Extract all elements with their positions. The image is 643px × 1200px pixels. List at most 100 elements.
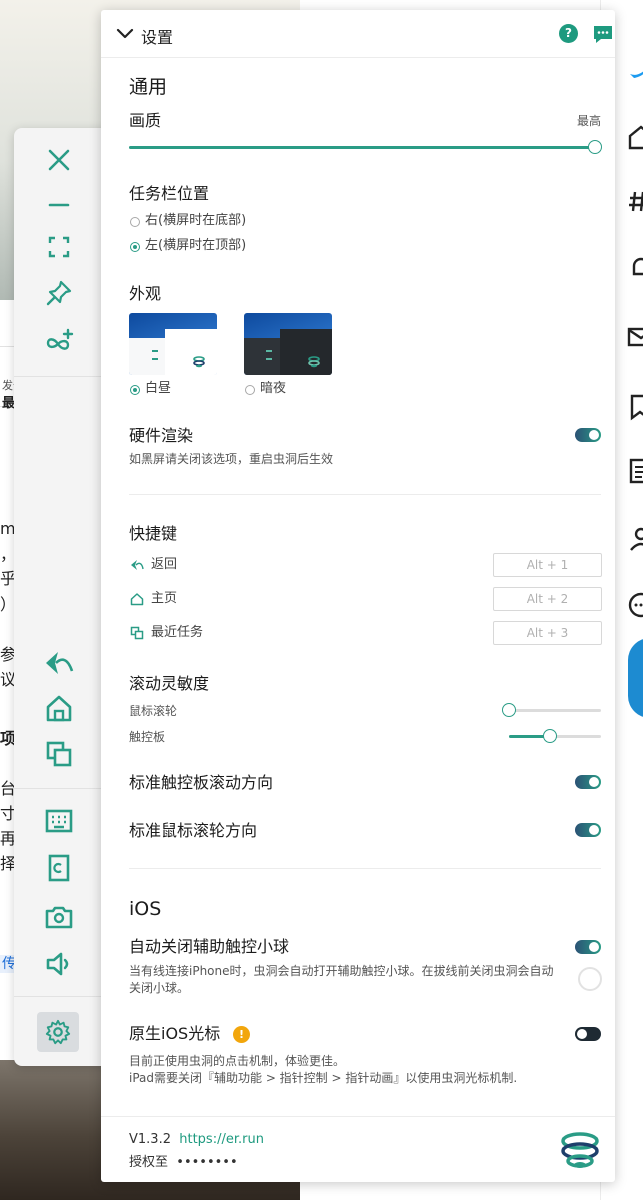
license-value: •••••••• (176, 1155, 238, 1170)
speaker-icon (46, 952, 69, 976)
assistive-toggle[interactable] (575, 940, 601, 954)
home-icon (130, 593, 144, 606)
shortcut-home-label: 主页 (151, 591, 178, 606)
gear-icon (45, 1019, 71, 1045)
hardware-toggle[interactable] (575, 428, 601, 442)
mouse-wheel-slider[interactable] (502, 703, 601, 717)
website-link[interactable]: https://er.run (179, 1132, 264, 1147)
list-icon (629, 458, 643, 484)
more-icon (628, 592, 643, 618)
warning-icon[interactable]: ! (233, 1026, 250, 1043)
hardware-hint: 如黑屏请关闭该选项，重启虫洞后生效 (129, 452, 334, 466)
help-button[interactable]: ? (559, 24, 578, 43)
profile-icon (630, 527, 643, 551)
footer-divider (101, 1116, 615, 1117)
bird-icon (630, 71, 643, 78)
feedback-icon[interactable] (592, 23, 614, 45)
minimize-button[interactable] (41, 186, 77, 222)
taskbar-radio-right[interactable] (130, 217, 140, 227)
theme-dark-label[interactable]: 暗夜 (260, 381, 286, 397)
recent-tasks-icon (130, 626, 144, 640)
touchpad-slider-thumb[interactable] (543, 729, 558, 743)
keyboard-icon (45, 809, 73, 833)
shortcuts-heading: 快捷键 (129, 524, 178, 543)
wormhole-logo-icon (561, 1132, 599, 1168)
compose-button (628, 638, 643, 718)
recent-tasks-button[interactable] (41, 736, 77, 772)
ios-heading: iOS (129, 898, 162, 920)
touchpad-direction-label: 标准触控板滚动方向 (129, 773, 274, 792)
theme-light-label[interactable]: 白昼 (145, 381, 171, 397)
quality-slider-thumb[interactable] (588, 140, 602, 154)
mouse-wheel-slider-thumb[interactable] (502, 703, 516, 717)
panel-header: 设置 ? (101, 10, 615, 58)
license-text: 授权至 •••••••• (129, 1155, 238, 1171)
phone-rotate-icon (48, 854, 70, 882)
infinity-plus-icon (46, 328, 74, 350)
shortcut-back-key[interactable]: Alt + 1 (493, 553, 602, 577)
section-divider (129, 494, 601, 495)
mouse-wheel-label: 鼠标滚轮 (129, 704, 178, 718)
assistive-label: 自动关闭辅助触控小球 (129, 937, 290, 956)
theme-dark-radio[interactable] (245, 385, 255, 395)
section-divider (129, 868, 601, 869)
theme-light-radio[interactable] (130, 385, 140, 395)
native-cursor-toggle[interactable] (575, 1027, 601, 1041)
bookmark-icon (630, 394, 643, 421)
home-icon (46, 695, 72, 722)
quality-slider[interactable] (129, 140, 602, 154)
settings-button[interactable] (37, 1012, 79, 1052)
general-heading: 通用 (129, 76, 168, 98)
shortcut-recent-label: 最近任务 (151, 625, 204, 640)
mouse-direction-toggle[interactable] (575, 823, 601, 837)
quality-max-label: 最高 (577, 114, 602, 128)
fullscreen-button[interactable] (41, 229, 77, 265)
theme-dark-card[interactable] (244, 313, 332, 375)
theme-light-card[interactable] (129, 313, 217, 375)
appearance-heading: 外观 (129, 284, 162, 303)
pin-icon (46, 280, 72, 306)
hashtag-icon (629, 191, 643, 212)
pin-button[interactable] (41, 275, 77, 311)
touchpad-label: 触控板 (129, 730, 166, 744)
version-label: V1.3.2 (129, 1132, 171, 1147)
new-window-button[interactable] (41, 323, 77, 359)
settings-panel: 设置 ? 通用 画质 最高 任务栏位置 右(横屏时在底部) 左(横屏时在顶部) … (101, 10, 615, 1182)
close-icon (48, 149, 70, 171)
camera-icon (45, 906, 73, 929)
native-cursor-hint-2: iPad需要关闭『辅助功能 > 指针控制 > 指针动画』以使用虫洞光标机制. (129, 1071, 518, 1085)
screenshot-button[interactable] (41, 899, 77, 935)
back-icon (46, 652, 74, 674)
touchpad-slider[interactable] (509, 729, 601, 743)
chevron-down-icon[interactable] (115, 24, 135, 44)
license-label: 授权至 (129, 1155, 169, 1170)
logo-icon (193, 356, 205, 368)
scroll-heading: 滚动灵敏度 (129, 674, 210, 693)
touchpad-direction-toggle[interactable] (575, 775, 601, 789)
screen-rotate-button[interactable] (41, 850, 77, 886)
loading-spinner-icon (578, 967, 602, 991)
recent-tasks-icon (46, 741, 72, 767)
home-icon (628, 125, 643, 150)
keyboard-button[interactable] (41, 803, 77, 839)
fullscreen-icon (48, 236, 70, 258)
bell-icon (632, 257, 643, 276)
home-button[interactable] (41, 690, 77, 726)
taskbar-radio-left[interactable] (130, 242, 140, 252)
hardware-heading: 硬件渲染 (129, 426, 194, 445)
version-text: V1.3.2 https://er.run (129, 1132, 264, 1148)
taskbar-option-right[interactable]: 右(横屏时在底部) (145, 213, 246, 229)
taskbar-heading: 任务栏位置 (129, 184, 210, 203)
close-button[interactable] (41, 142, 77, 178)
back-icon (131, 560, 144, 570)
shortcut-recent-key[interactable]: Alt + 3 (493, 621, 602, 645)
volume-button[interactable] (41, 946, 77, 982)
assistive-hint-1: 当有线连接iPhone时，虫洞会自动打开辅助触控小球。在拔线前关闭虫洞会自动 (129, 964, 554, 978)
quality-label: 画质 (129, 111, 162, 130)
shortcut-home-key[interactable]: Alt + 2 (493, 587, 602, 611)
assistive-hint-2: 关闭小球。 (129, 981, 190, 995)
taskbar-option-left[interactable]: 左(横屏时在顶部) (145, 238, 246, 254)
shortcut-back-label: 返回 (151, 557, 178, 572)
back-button[interactable] (41, 644, 77, 680)
panel-title: 设置 (141, 28, 174, 47)
